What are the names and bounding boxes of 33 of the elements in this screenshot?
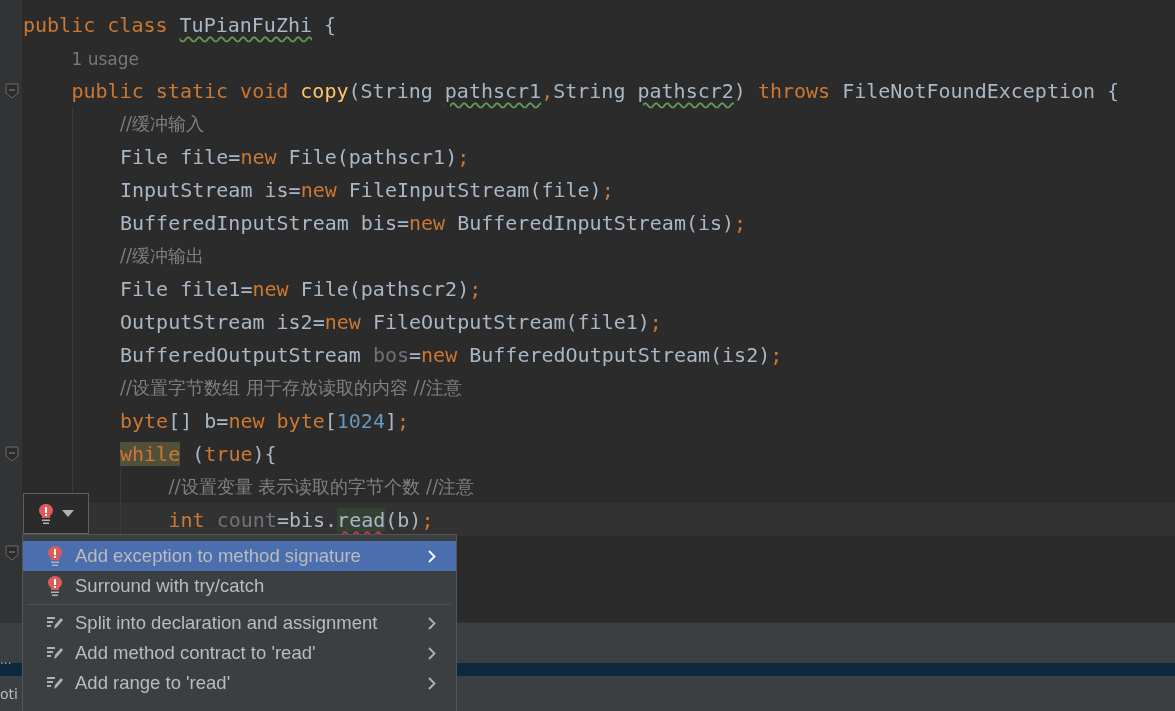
menu-item[interactable]: Add method contract to 'read' [23, 638, 456, 668]
panel-text: ... [0, 653, 12, 667]
code-line: BufferedInputStream bis=new BufferedInputStream(is); [120, 210, 747, 235]
code-line: byte[] b=new byte[1024]; [120, 408, 410, 433]
fold-marker-icon[interactable] [4, 445, 19, 462]
status-text: oti [0, 685, 18, 702]
code-line: public static void copy(String pathscr1,String pathscr2) throws FileNotFoundException { [71, 78, 1120, 103]
fold-marker-icon[interactable] [4, 544, 19, 561]
fold-marker-icon[interactable] [4, 82, 19, 99]
usage-hint: 1 usage [71, 47, 140, 70]
intention-actions-button[interactable] [23, 493, 89, 534]
code-line: int count=bis.read(b); [168, 507, 434, 532]
code-line: OutputStream is2=new FileOutputStream(file1); [120, 309, 662, 334]
code-line: public class TuPianFuZhi { [23, 12, 337, 37]
code-line: BufferedOutputStream bos=new BufferedOutputStream(is2); [120, 342, 783, 367]
error-bulb-icon [38, 502, 54, 525]
edit-lines-icon [46, 615, 64, 631]
code-line: //设置变量 表示读取的字节个数 //注意 [168, 475, 475, 499]
code-line: //缓冲输入 [120, 112, 205, 136]
code-line: //缓冲输出 [120, 244, 205, 268]
menu-item[interactable]: Add range to 'read' [23, 668, 456, 698]
menu-item[interactable]: Surround with try/catch [23, 571, 456, 601]
code-line: File file1=new File(pathscr2); [120, 276, 482, 301]
code-line: File file=new File(pathscr1); [120, 144, 470, 169]
code-line: InputStream is=new FileInputStream(file); [120, 177, 614, 202]
error-bulb-icon [46, 575, 64, 597]
code-line: //设置字节数组 用于存放读取的内容 //注意 [120, 376, 462, 400]
menu-item[interactable]: Split into declaration and assignment [23, 608, 456, 638]
code-line: while (true){ [120, 441, 277, 466]
edit-lines-icon [46, 645, 64, 661]
error-bulb-icon [46, 545, 64, 567]
edit-lines-icon [46, 675, 64, 691]
caret-icon [62, 510, 74, 517]
